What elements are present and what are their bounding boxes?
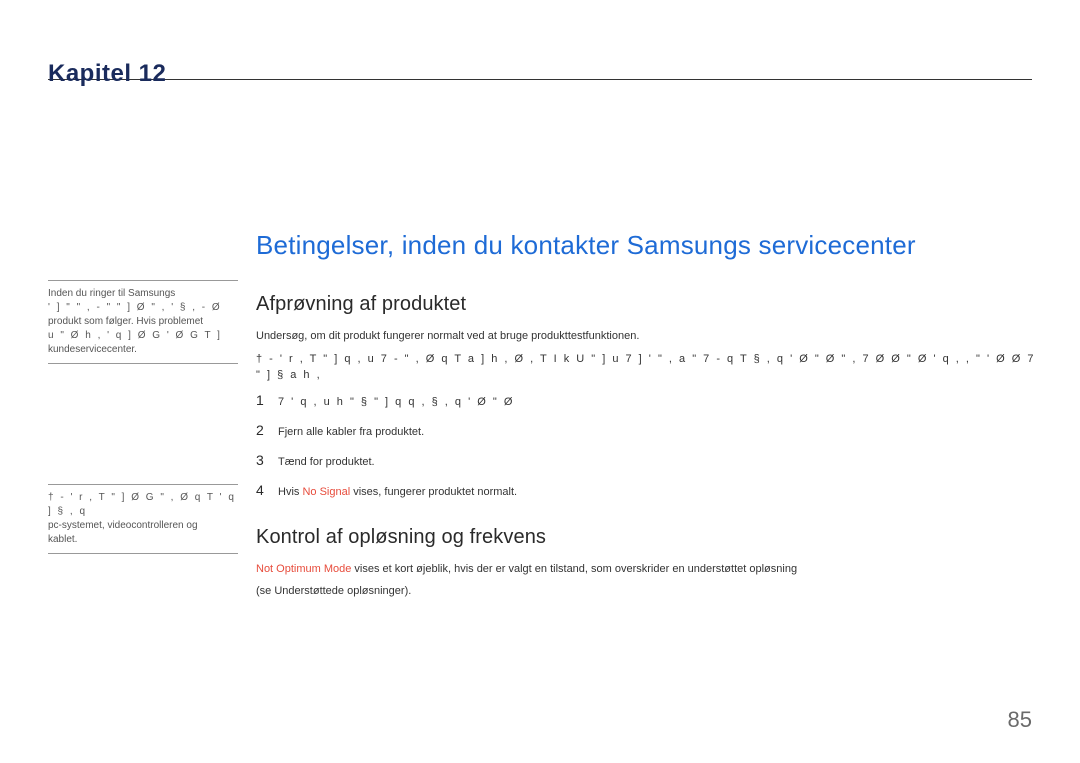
no-signal-label: No Signal bbox=[302, 486, 350, 498]
step-number: 1 bbox=[256, 392, 278, 408]
section-text-rest: vises et kort øjeblik, hvis der er valgt… bbox=[351, 563, 797, 575]
sidebar-text: † - ' r , T " ] Ø G " , Ø q T ' q ] § , … bbox=[48, 491, 238, 519]
section-text: † - ' r , T " ] q , u 7 - " , Ø q T a ] … bbox=[256, 351, 1046, 384]
step-text: 7 ' q , u h " § " ] q q , § , q ' Ø " Ø bbox=[278, 396, 514, 408]
section-heading-resolution: Kontrol af opløsning og frekvens bbox=[256, 526, 1046, 549]
step-text: Tænd for produktet. bbox=[278, 456, 375, 468]
step-4: 4 Hvis No Signal vises, fungerer produkt… bbox=[256, 482, 1046, 498]
sidebar-text: ' ] " " , - " " ] Ø " , ' § , - Ø bbox=[48, 301, 238, 315]
sidebar-text: pc-systemet, videocontrolleren og bbox=[48, 519, 238, 533]
chapter-title: Kapitel 12 bbox=[48, 60, 166, 87]
sidebar-note-1: Inden du ringer til Samsungs ' ] " " , -… bbox=[48, 280, 238, 364]
section-text: (se Understøttede opløsninger). bbox=[256, 583, 1046, 600]
sidebar-note-2: † - ' r , T " ] Ø G " , Ø q T ' q ] § , … bbox=[48, 484, 238, 554]
step-text-suffix: vises, fungerer produktet normalt. bbox=[350, 486, 517, 498]
main-content: Betingelser, inden du kontakter Samsungs… bbox=[256, 230, 1046, 606]
sidebar-text: u " Ø h , ' q ] Ø G ' Ø G T ] bbox=[48, 329, 238, 343]
section-text: Not Optimum Mode vises et kort øjeblik, … bbox=[256, 561, 1046, 578]
step-text-prefix: Hvis bbox=[278, 486, 302, 498]
not-optimum-label: Not Optimum Mode bbox=[256, 563, 351, 575]
step-number: 4 bbox=[256, 482, 278, 498]
step-text: Hvis No Signal vises, fungerer produktet… bbox=[278, 486, 517, 498]
step-text: Fjern alle kabler fra produktet. bbox=[278, 426, 424, 438]
section-text: Undersøg, om dit produkt fungerer normal… bbox=[256, 328, 1046, 345]
chapter-header: Kapitel 12 bbox=[48, 60, 1032, 80]
sidebar-text: produkt som følger. Hvis problemet bbox=[48, 315, 238, 329]
step-2: 2 Fjern alle kabler fra produktet. bbox=[256, 422, 1046, 438]
sidebar-text: Inden du ringer til Samsungs bbox=[48, 287, 238, 301]
sidebar-text: kundeservicecenter. bbox=[48, 343, 238, 357]
step-1: 1 7 ' q , u h " § " ] q q , § , q ' Ø " … bbox=[256, 392, 1046, 408]
step-3: 3 Tænd for produktet. bbox=[256, 452, 1046, 468]
step-list: 1 7 ' q , u h " § " ] q q , § , q ' Ø " … bbox=[256, 392, 1046, 498]
sidebar-text: kablet. bbox=[48, 533, 238, 547]
main-heading: Betingelser, inden du kontakter Samsungs… bbox=[256, 230, 1046, 261]
page-number: 85 bbox=[1008, 707, 1032, 733]
section-heading-testing: Afprøvning af produktet bbox=[256, 293, 1046, 316]
step-number: 2 bbox=[256, 422, 278, 438]
sidebar: Inden du ringer til Samsungs ' ] " " , -… bbox=[48, 280, 238, 554]
step-number: 3 bbox=[256, 452, 278, 468]
